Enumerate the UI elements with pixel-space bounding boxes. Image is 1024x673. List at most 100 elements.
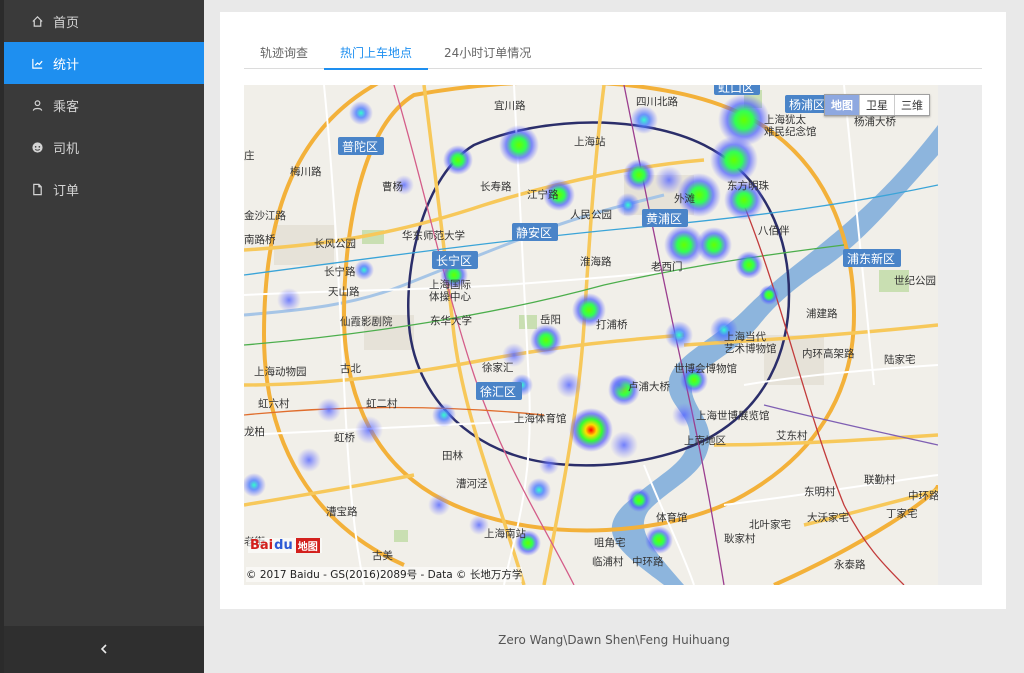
- district-label: 虹口区: [718, 85, 754, 95]
- file-icon: [30, 182, 44, 196]
- svg-text:打浦桥: 打浦桥: [596, 318, 628, 331]
- sidebar-nav: 首页 统计 乘客 司机 订单: [4, 0, 204, 210]
- svg-text:南路桥: 南路桥: [244, 233, 276, 246]
- logo-text-a: Bai: [250, 538, 274, 553]
- svg-text:宜川路: 宜川路: [494, 99, 526, 112]
- map-type-map-button[interactable]: 地图: [825, 95, 860, 115]
- svg-text:古美: 古美: [372, 549, 393, 562]
- district-label: 浦东新区: [847, 251, 895, 266]
- content-card: 轨迹询查 热门上车地点 24小时订单情况 普陀区 静安区 长宁区 黄浦区 徐汇区…: [220, 12, 1006, 609]
- svg-text:卢浦大桥: 卢浦大桥: [628, 380, 670, 393]
- svg-text:上海犹太: 上海犹太: [764, 113, 806, 126]
- map-canvas: 普陀区 静安区 长宁区 黄浦区 徐汇区 杨浦区 虹口区 浦东新区 庄 梅川路 曹…: [244, 85, 938, 585]
- sidebar-item-passengers[interactable]: 乘客: [4, 84, 204, 126]
- svg-text:华东师范大学: 华东师范大学: [402, 229, 465, 242]
- svg-text:北叶家宅: 北叶家宅: [749, 518, 791, 531]
- svg-text:天山路: 天山路: [328, 285, 360, 298]
- svg-text:东华大学: 东华大学: [430, 314, 472, 327]
- svg-text:金沙江路: 金沙江路: [244, 209, 286, 222]
- svg-text:东明村: 东明村: [804, 485, 836, 498]
- user-icon: [30, 98, 44, 112]
- sidebar-item-label: 订单: [53, 183, 80, 199]
- sidebar-item-stats[interactable]: 统计: [4, 42, 204, 84]
- svg-text:难民纪念馆: 难民纪念馆: [764, 125, 817, 138]
- map-type-satellite-button[interactable]: 卫星: [860, 95, 895, 115]
- svg-text:世纪公园: 世纪公园: [894, 275, 936, 287]
- svg-text:中环路: 中环路: [632, 555, 664, 568]
- svg-text:外滩: 外滩: [674, 192, 695, 205]
- svg-text:浦建路: 浦建路: [806, 307, 838, 320]
- heatmap-map[interactable]: 普陀区 静安区 长宁区 黄浦区 徐汇区 杨浦区 虹口区 浦东新区 庄 梅川路 曹…: [244, 85, 938, 585]
- district-label: 普陀区: [342, 139, 378, 154]
- svg-text:大沃家宅: 大沃家宅: [807, 511, 849, 524]
- map-type-3d-button[interactable]: 三维: [895, 95, 929, 115]
- svg-text:体操中心: 体操中心: [429, 290, 471, 303]
- svg-text:咀角宅: 咀角宅: [594, 536, 626, 549]
- svg-text:联勤村: 联勤村: [864, 473, 896, 486]
- paw-icon: du: [274, 538, 293, 553]
- sidebar-item-orders[interactable]: 订单: [4, 168, 204, 210]
- sidebar-item-home[interactable]: 首页: [4, 0, 204, 42]
- svg-text:虹桥: 虹桥: [334, 432, 355, 444]
- svg-text:古北: 古北: [340, 362, 361, 375]
- district-label: 长宁区: [436, 253, 472, 268]
- chart-icon: [30, 56, 44, 70]
- svg-text:临浦村: 临浦村: [592, 555, 624, 568]
- svg-text:人民公园: 人民公园: [570, 209, 612, 221]
- svg-text:虹六村: 虹六村: [258, 397, 290, 410]
- sidebar-item-label: 统计: [53, 57, 80, 73]
- sidebar-item-label: 乘客: [53, 99, 80, 115]
- svg-text:庄: 庄: [244, 149, 255, 162]
- home-icon: [30, 14, 44, 28]
- logo-text-b: 地图: [295, 538, 320, 553]
- svg-text:仙霞影剧院: 仙霞影剧院: [340, 315, 393, 328]
- tab-hot-pickup[interactable]: 热门上车地点: [324, 42, 429, 70]
- svg-text:淮海路: 淮海路: [580, 255, 612, 268]
- svg-text:上海站: 上海站: [574, 135, 606, 148]
- sidebar-item-label: 首页: [53, 15, 80, 31]
- tab-trajectory[interactable]: 轨迹询查: [244, 42, 324, 69]
- map-container: 普陀区 静安区 长宁区 黄浦区 徐汇区 杨浦区 虹口区 浦东新区 庄 梅川路 曹…: [244, 85, 982, 585]
- svg-text:八佰伴: 八佰伴: [758, 224, 790, 237]
- svg-text:漕宝路: 漕宝路: [326, 505, 358, 518]
- svg-text:上南地区: 上南地区: [684, 434, 726, 447]
- district-label: 徐汇区: [480, 384, 516, 399]
- svg-text:中环路: 中环路: [908, 489, 938, 502]
- svg-text:曹杨: 曹杨: [382, 180, 403, 193]
- district-label: 杨浦区: [789, 97, 825, 112]
- svg-text:耿家村: 耿家村: [724, 532, 756, 545]
- svg-text:上海世博展览馆: 上海世博展览馆: [696, 409, 770, 422]
- svg-text:老西门: 老西门: [651, 260, 683, 273]
- tab-24h-orders[interactable]: 24小时订单情况: [428, 42, 547, 69]
- svg-text:漕河泾: 漕河泾: [456, 477, 488, 490]
- svg-text:丁家宅: 丁家宅: [886, 507, 918, 520]
- svg-text:上海南站: 上海南站: [484, 527, 526, 540]
- svg-text:杨浦大桥: 杨浦大桥: [854, 115, 896, 128]
- svg-text:江宁路: 江宁路: [527, 188, 559, 201]
- svg-text:龙柏: 龙柏: [244, 425, 265, 438]
- svg-text:艺术博物馆: 艺术博物馆: [724, 342, 777, 355]
- tab-bar: 轨迹询查 热门上车地点 24小时订单情况: [244, 42, 982, 70]
- svg-text:长宁路: 长宁路: [324, 265, 356, 278]
- svg-text:虹二村: 虹二村: [366, 397, 398, 410]
- svg-text:上海体育馆: 上海体育馆: [514, 412, 567, 425]
- sidebar: 首页 统计 乘客 司机 订单: [0, 0, 204, 673]
- svg-text:长寿路: 长寿路: [480, 180, 512, 193]
- svg-text:上海国际: 上海国际: [429, 278, 471, 291]
- driver-icon: [30, 140, 44, 154]
- footer-credits: Zero Wang\Dawn Shen\Feng Huihuang: [498, 633, 730, 647]
- sidebar-item-drivers[interactable]: 司机: [4, 126, 204, 168]
- sidebar-collapse-button[interactable]: [4, 626, 204, 673]
- map-copyright: © 2017 Baidu - GS(2016)2089号 - Data © 长地…: [246, 567, 523, 582]
- svg-text:内环高架路: 内环高架路: [802, 347, 855, 360]
- svg-text:田林: 田林: [442, 449, 463, 462]
- district-label: 静安区: [516, 225, 552, 240]
- svg-text:世博会博物馆: 世博会博物馆: [674, 362, 737, 375]
- svg-text:四川北路: 四川北路: [636, 95, 678, 108]
- svg-text:东方明珠: 东方明珠: [727, 179, 769, 192]
- svg-text:长风公园: 长风公园: [314, 238, 356, 250]
- svg-text:陆家宅: 陆家宅: [884, 353, 916, 366]
- sidebar-item-label: 司机: [53, 141, 80, 157]
- svg-text:梅川路: 梅川路: [290, 165, 322, 178]
- svg-text:徐家汇: 徐家汇: [482, 361, 514, 374]
